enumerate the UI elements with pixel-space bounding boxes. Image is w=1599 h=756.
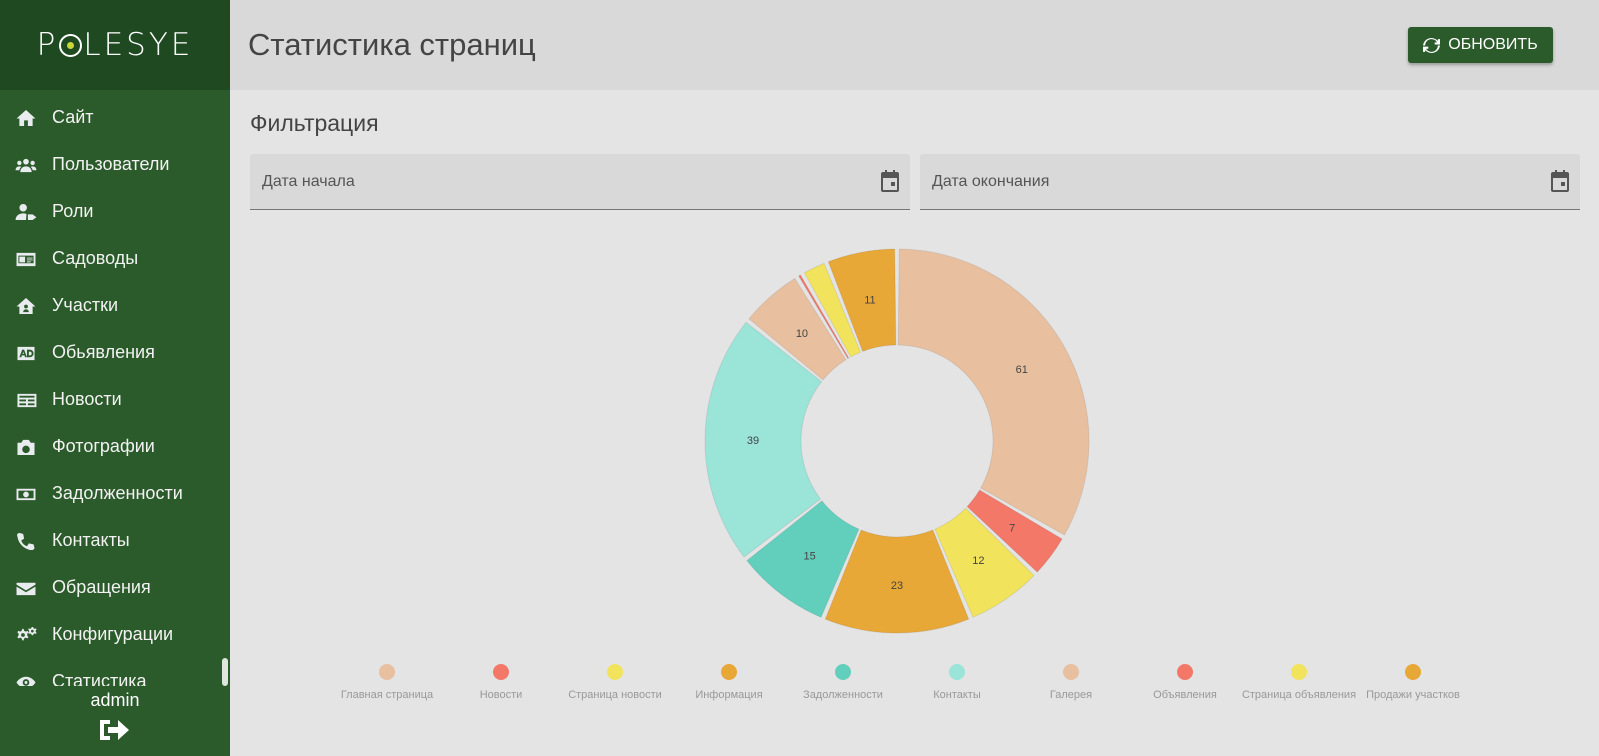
slice-value-label: 11 [864,295,875,307]
calendar-icon[interactable] [880,170,900,192]
sidebar-item-label: Садоводы [52,248,139,268]
refresh-button[interactable]: ОБНОВИТЬ [1408,27,1553,63]
page-header: Статистика страниц ОБНОВИТЬ [230,0,1599,90]
phone-icon [14,531,38,551]
filter-title: Фильтрация [250,110,379,136]
logo-circle-icon [59,34,83,57]
sidebar-item-label: Обьявления [52,342,155,362]
page-title: Статистика страниц [248,27,536,62]
slice-value-label: 7 [1009,522,1015,534]
legend-marker[interactable] [1291,664,1307,680]
sidebar-item-label: Конфигурации [52,624,174,644]
legend-marker[interactable] [1405,664,1421,680]
sidebar-item-user-tag[interactable]: Роли [0,188,230,235]
sidebar-scrollbar[interactable] [222,658,228,686]
eye-icon [14,672,38,686]
sidebar-item-label: Роли [52,201,94,221]
id-card-icon [14,249,38,269]
legend-marker[interactable] [607,664,623,680]
ad-icon [14,343,38,363]
sidebar-item-label: Обращения [52,577,151,597]
page-stats-donut-chart: 61 7 12 23 15 39 10 11 Главная страница Новости Ст… [341,248,1460,701]
sidebar-item-money-bill[interactable]: Задолженности [0,470,230,517]
end-date-field[interactable]: Дата окончания [920,154,1580,210]
sidebar-item-label: Статистика [52,671,147,686]
sidebar-item-ad[interactable]: Обьявления [0,329,230,376]
legend-label[interactable]: Страница объявления [1242,689,1356,701]
polesye-logo[interactable]: P LESYE [37,27,194,63]
legend-marker[interactable] [493,664,509,680]
legend-marker[interactable] [721,664,737,680]
sidebar-item-label: Участки [52,295,118,315]
user-name: admin [90,690,140,710]
sidebar-item-eye[interactable]: Статистика [0,658,230,686]
newspaper-icon [14,390,38,410]
legend-label[interactable]: Задолженности [803,689,883,701]
slice-value-label: 10 [796,328,808,340]
house-user-icon [14,296,38,316]
sidebar-item-users[interactable]: Пользователи [0,141,230,188]
slice-value-label: 23 [891,580,903,592]
sidebar-item-label: Фотографии [52,436,155,456]
legend-label[interactable]: Продажи участков [1366,689,1460,701]
slice-value-label: 15 [803,550,815,562]
home-icon [14,108,38,128]
legend-label[interactable]: Объявления [1153,689,1217,701]
slice-0[interactable] [897,248,1090,536]
refresh-button-label: ОБНОВИТЬ [1448,36,1538,53]
camera-icon [14,437,38,457]
logo-area: P LESYE [0,0,230,90]
legend-marker[interactable] [379,664,395,680]
legend-label[interactable]: Галерея [1050,689,1092,701]
sidebar: P LESYE Сайт Пользователи Роли Садоводы Участ… [0,0,230,756]
legend-label[interactable]: Страница новости [568,689,662,701]
legend-marker[interactable] [949,664,965,680]
legend-marker[interactable] [1063,664,1079,680]
logout-icon[interactable] [98,716,130,744]
slice-value-label: 39 [747,435,759,447]
legend-label[interactable]: Главная страница [341,689,434,701]
cogs-icon [14,625,38,645]
envelope-icon [14,578,38,598]
sync-icon [1423,37,1441,53]
legend-marker[interactable] [1177,664,1193,680]
start-date-field[interactable]: Дата начала [250,154,910,210]
sidebar-item-label: Контакты [52,530,130,550]
sidebar-item-label: Сайт [52,107,94,127]
sidebar-item-home[interactable]: Сайт [0,94,230,141]
legend-label[interactable]: Информация [695,689,762,701]
slice-value-label: 12 [972,555,984,567]
user-tag-icon [14,202,38,222]
sidebar-item-label: Новости [52,389,122,409]
slice-value-label: 61 [1016,364,1028,376]
legend-marker[interactable] [835,664,851,680]
sidebar-item-envelope[interactable]: Обращения [0,564,230,611]
sidebar-item-camera[interactable]: Фотографии [0,423,230,470]
start-date-placeholder: Дата начала [262,173,355,190]
legend-label[interactable]: Новости [480,689,523,701]
sidebar-item-id-card[interactable]: Садоводы [0,235,230,282]
end-date-placeholder: Дата окончания [932,173,1050,190]
sidebar-item-phone[interactable]: Контакты [0,517,230,564]
sidebar-nav: Сайт Пользователи Роли Садоводы Участки Обьяв… [0,94,230,686]
sidebar-item-cogs[interactable]: Конфигурации [0,611,230,658]
calendar-icon[interactable] [1550,170,1570,192]
legend-label[interactable]: Контакты [933,689,981,701]
users-icon [14,155,38,175]
money-bill-icon [14,484,38,504]
sidebar-item-newspaper[interactable]: Новости [0,376,230,423]
sidebar-item-label: Пользователи [52,154,170,174]
sidebar-item-house-user[interactable]: Участки [0,282,230,329]
sidebar-item-label: Задолженности [52,483,183,503]
